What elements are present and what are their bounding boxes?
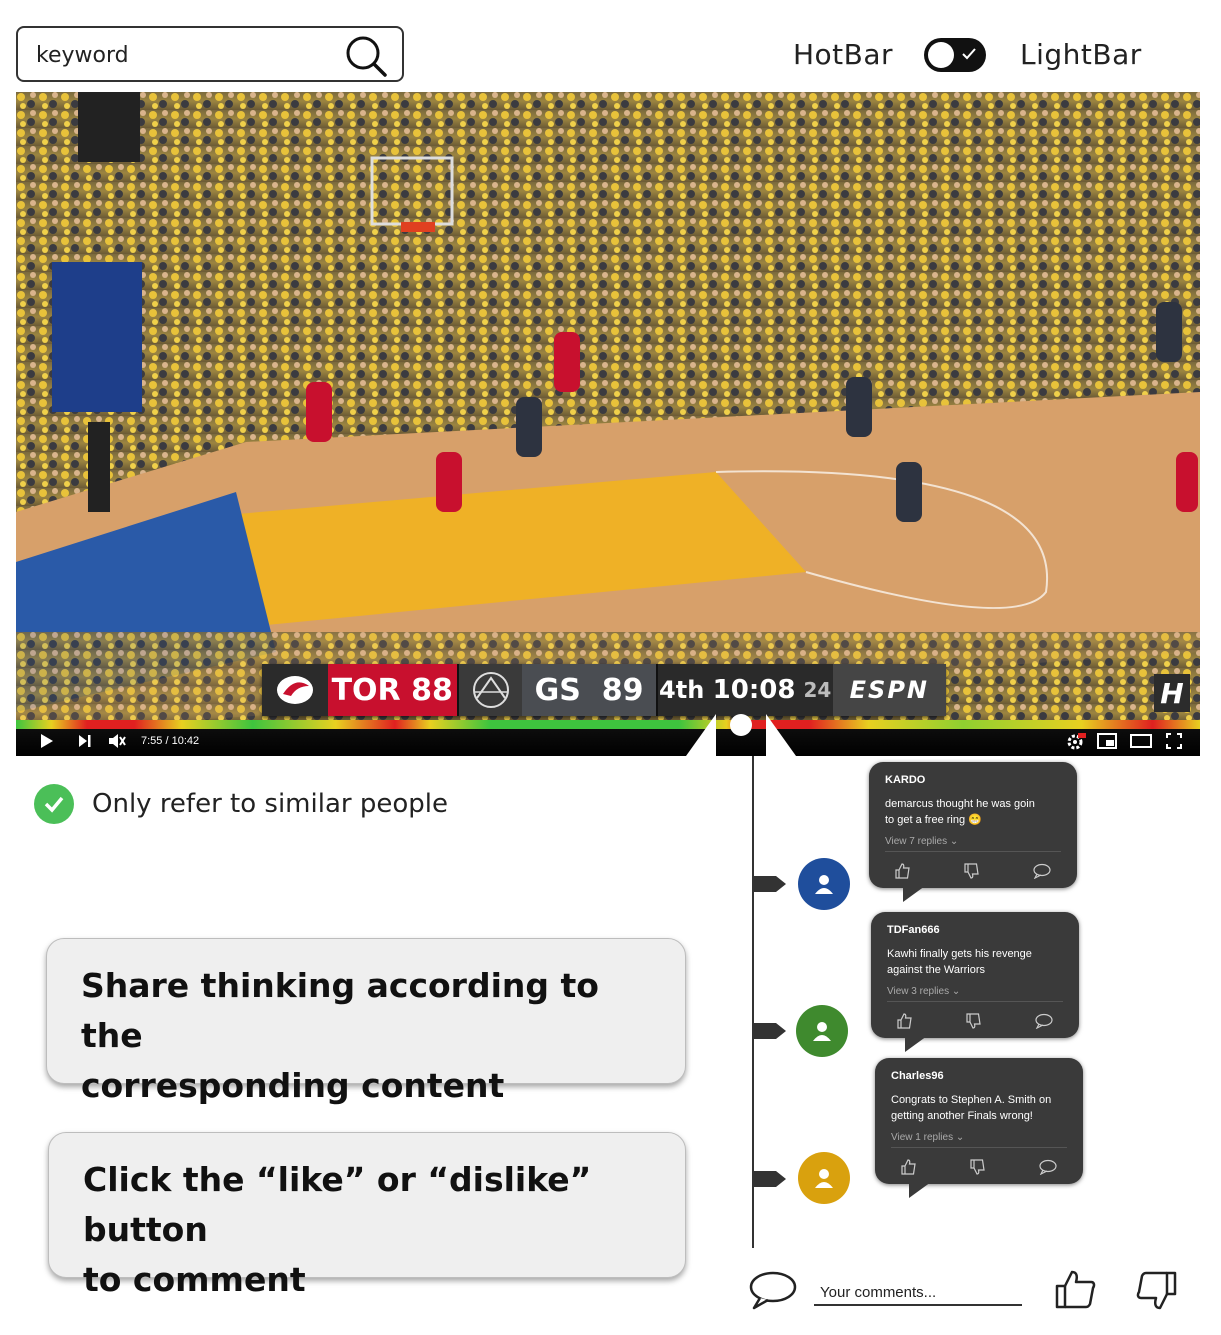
scorebug: TOR 88 GS 89 4th 10:08 24 ESPN <box>262 664 946 716</box>
like-icon[interactable] <box>1054 1268 1096 1310</box>
user-icon <box>815 1169 833 1188</box>
team1-points: 88 <box>411 672 453 708</box>
view-replies-link[interactable]: View 3 replies ⌄ <box>887 986 1063 1002</box>
filter-label: Only refer to similar people <box>92 789 448 819</box>
dislike-icon[interactable] <box>966 1013 982 1029</box>
search-input[interactable] <box>36 38 336 72</box>
comment-author: KARDO <box>885 774 926 786</box>
channel-logo: H <box>1154 674 1190 712</box>
shot-clock: 24 <box>803 678 832 702</box>
playhead[interactable] <box>682 710 800 756</box>
video-player[interactable]: TOR 88 GS 89 4th 10:08 24 ESPN H 7:55 / … <box>16 92 1200 756</box>
play-icon[interactable] <box>40 733 54 751</box>
hotbar-lightbar-toggle[interactable] <box>924 38 986 72</box>
avatar[interactable] <box>798 858 850 910</box>
user-icon <box>815 875 833 894</box>
chat-bubble-icon[interactable] <box>748 1270 798 1310</box>
dislike-icon[interactable] <box>970 1159 986 1175</box>
reply-icon[interactable] <box>1033 863 1051 879</box>
view-replies-link[interactable]: View 7 replies ⌄ <box>885 836 1061 852</box>
comment-text: getting another Finals wrong! <box>891 1110 1033 1122</box>
mute-icon[interactable] <box>108 733 126 751</box>
comment-text: to get a free ring 😁 <box>885 814 982 826</box>
next-icon[interactable] <box>78 733 92 751</box>
comment-text: against the Warriors <box>887 964 986 976</box>
video-frame <box>16 92 1200 756</box>
dislike-icon[interactable] <box>1136 1270 1178 1312</box>
user-icon <box>813 1022 831 1041</box>
reply-icon[interactable] <box>1039 1159 1057 1175</box>
clock: 10:08 <box>712 675 796 705</box>
avatar[interactable] <box>798 1152 850 1204</box>
game-clock: 4th 10:08 24 <box>657 664 833 716</box>
check-icon <box>962 48 976 60</box>
similar-people-filter[interactable]: Only refer to similar people <box>34 784 448 824</box>
like-icon[interactable] <box>901 1159 917 1175</box>
callout-line: Click the “like” or “dislike” button <box>83 1160 592 1249</box>
comment-author: Charles96 <box>891 1070 944 1082</box>
theater-mode-icon[interactable] <box>1130 733 1152 751</box>
callout-line: Share thinking according to the <box>81 966 599 1055</box>
reply-icon[interactable] <box>1035 1013 1053 1029</box>
comment-card: TDFan666 Kawhi finally gets his revenge … <box>871 912 1079 1052</box>
comment-card: Charles96 Congrats to Stephen A. Smith o… <box>875 1058 1083 1198</box>
team2-points: 89 <box>601 672 644 708</box>
comment-author: TDFan666 <box>887 924 940 936</box>
comment-text: demarcus thought he was goin <box>885 798 1035 810</box>
team1-score: TOR 88 <box>327 664 457 716</box>
hotbar-heatmap[interactable] <box>16 720 1200 729</box>
search-icon[interactable] <box>344 34 388 78</box>
like-icon[interactable] <box>897 1013 913 1029</box>
comment-card: KARDO demarcus thought he was goin to ge… <box>869 762 1077 902</box>
time-display: 7:55 / 10:42 <box>141 735 200 747</box>
search-box[interactable] <box>16 26 404 82</box>
warriors-logo-icon <box>458 664 523 716</box>
team2-name: GS <box>534 672 581 708</box>
comment-text: Congrats to Stephen A. Smith on <box>891 1094 1052 1106</box>
timeline-marker-icon <box>752 1023 786 1039</box>
miniplayer-icon[interactable] <box>1097 733 1117 751</box>
team2-score: GS 89 <box>522 664 656 716</box>
raptors-logo-icon <box>262 664 328 716</box>
view-replies-link[interactable]: View 1 replies ⌄ <box>891 1132 1067 1148</box>
checkmark-icon[interactable] <box>34 784 74 824</box>
settings-icon[interactable] <box>1066 733 1086 751</box>
timeline-marker-icon <box>752 876 786 892</box>
hotbar-label: HotBar <box>793 38 894 71</box>
lightbar-label: LightBar <box>1020 38 1142 71</box>
callout-share-thinking: Share thinking according to the correspo… <box>46 938 686 1105</box>
team1-name: TOR <box>331 672 401 708</box>
comment-input[interactable] <box>814 1280 1022 1306</box>
toggle-knob <box>928 42 954 68</box>
callout-line: corresponding content <box>81 1066 505 1105</box>
callout-like-dislike: Click the “like” or “dislike” button to … <box>48 1132 686 1299</box>
callout-line: to comment <box>83 1260 306 1299</box>
video-controls: 7:55 / 10:42 <box>16 729 1200 756</box>
period: 4th <box>659 676 705 704</box>
dislike-icon[interactable] <box>964 863 980 879</box>
avatar[interactable] <box>796 1005 848 1057</box>
network-logo: ESPN <box>832 664 946 716</box>
timeline-marker-icon <box>752 1171 786 1187</box>
like-icon[interactable] <box>895 863 911 879</box>
fullscreen-icon[interactable] <box>1166 733 1182 751</box>
comment-text: Kawhi finally gets his revenge <box>887 948 1032 960</box>
